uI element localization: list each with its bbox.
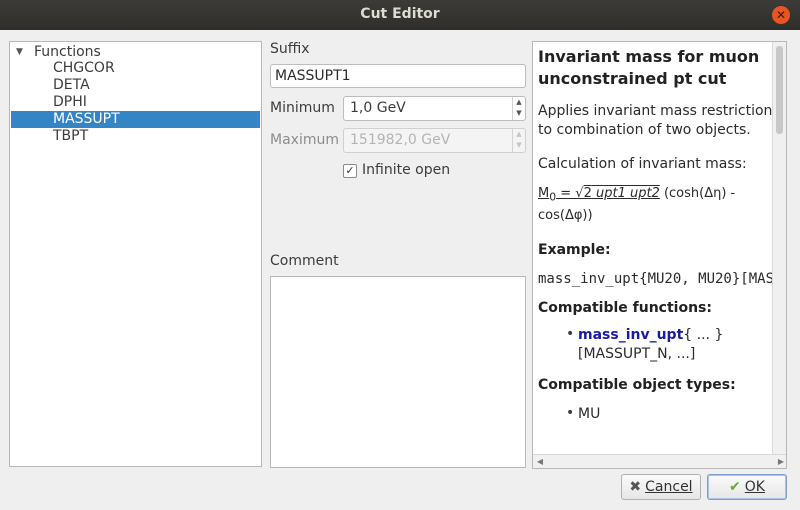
example-code: mass_inv_upt{MU20, MU20}[MASSUPT_N, ...] — [538, 270, 786, 287]
bullet-icon: • — [566, 325, 575, 342]
scrollbar-thumb[interactable] — [776, 46, 783, 134]
maximum-value: 151982,0 GeV — [350, 132, 451, 148]
maximum-stepper: ▲ ▼ — [512, 129, 525, 152]
suffix-label: Suffix — [270, 41, 310, 57]
ok-button[interactable]: ✔ OK — [707, 474, 787, 500]
compat-function-item: • mass_inv_upt{ ... } [MASSUPT_N, ...] — [538, 325, 786, 364]
comment-textarea[interactable] — [270, 276, 526, 468]
vertical-scrollbar[interactable] — [772, 42, 786, 454]
formula-two: 2 — [583, 186, 592, 201]
minimum-value: 1,0 GeV — [350, 100, 406, 116]
bullet-icon: • — [566, 404, 575, 421]
calc-heading: Calculation of invariant mass: — [538, 156, 747, 172]
tree-root[interactable]: ▼ Functions — [16, 43, 101, 60]
increment-arrow-icon: ▲ — [516, 130, 522, 138]
tree-item-deta[interactable]: DETA — [11, 77, 260, 94]
expand-arrow-icon[interactable]: ▼ — [16, 47, 32, 57]
scroll-left-icon[interactable]: ◀ — [534, 455, 546, 468]
increment-arrow-icon[interactable]: ▲ — [513, 97, 525, 108]
checkmark-icon: ✔ — [729, 479, 741, 495]
compat-types-heading: Compatible object types: — [538, 376, 736, 393]
help-description: Applies invariant mass restriction to co… — [538, 103, 773, 138]
minimum-label: Minimum — [270, 100, 335, 116]
compat-function-cont: [MASSUPT_N, ...] — [578, 345, 696, 362]
maximum-label: Maximum — [270, 132, 339, 148]
minimum-spinbox[interactable]: 1,0 GeV ▲ ▼ — [343, 96, 526, 121]
minimum-stepper[interactable]: ▲ ▼ — [512, 97, 525, 120]
tree-item-tbpt[interactable]: TBPT — [11, 128, 260, 145]
help-content: Invariant mass for muon unconstrained pt… — [538, 44, 786, 424]
compat-type-item: • MU — [538, 404, 786, 424]
formula-eq: = √ — [556, 186, 584, 201]
infinite-open-label[interactable]: Infinite open — [362, 162, 450, 178]
decrement-arrow-icon[interactable]: ▼ — [513, 108, 525, 119]
tree-item-massupt[interactable]: MASSUPT — [11, 111, 260, 128]
scroll-right-icon[interactable]: ▶ — [775, 455, 786, 468]
formula-terms: upt1 upt2 — [591, 186, 660, 201]
formula-m: M — [538, 186, 550, 201]
maximum-spinbox: 151982,0 GeV ▲ ▼ — [343, 128, 526, 153]
comment-label: Comment — [270, 253, 339, 269]
tree-item-dphi[interactable]: DPHI — [11, 94, 260, 111]
horizontal-scrollbar[interactable]: ◀ ▶ — [533, 454, 786, 468]
compat-functions-heading: Compatible functions: — [538, 299, 712, 316]
suffix-input[interactable]: MASSUPT1 — [270, 64, 526, 88]
decrement-arrow-icon: ▼ — [516, 141, 522, 149]
formula: M0 = √2 upt1 upt2 (cosh(Δη) - cos(Δφ)) — [538, 185, 738, 225]
infinite-open-checkbox[interactable]: ✓ — [343, 164, 357, 178]
example-heading: Example: — [538, 241, 611, 258]
formula-lhs: M0 = √2 upt1 upt2 — [538, 186, 660, 204]
compat-function-rest: { ... } — [683, 326, 724, 343]
help-title: Invariant mass for muon unconstrained pt… — [538, 47, 760, 88]
tree-root-label: Functions — [34, 43, 101, 60]
window-title: Cut Editor — [360, 6, 440, 22]
compat-type-mu: MU — [578, 405, 601, 422]
tree-item-chgcor[interactable]: CHGCOR — [11, 60, 260, 77]
ok-label: OK — [744, 479, 765, 495]
close-icon[interactable]: ✕ — [772, 6, 790, 24]
cancel-button[interactable]: ✖ Cancel — [621, 474, 701, 500]
cancel-label: Cancel — [645, 479, 693, 495]
compat-function-link[interactable]: mass_inv_upt — [578, 327, 683, 343]
functions-tree[interactable]: ▼ Functions CHGCOR DETA DPHI MASSUPT TBP… — [9, 41, 262, 467]
cancel-icon: ✖ — [629, 479, 642, 495]
title-bar: Cut Editor ✕ — [0, 0, 800, 30]
help-panel: Invariant mass for muon unconstrained pt… — [532, 41, 787, 469]
